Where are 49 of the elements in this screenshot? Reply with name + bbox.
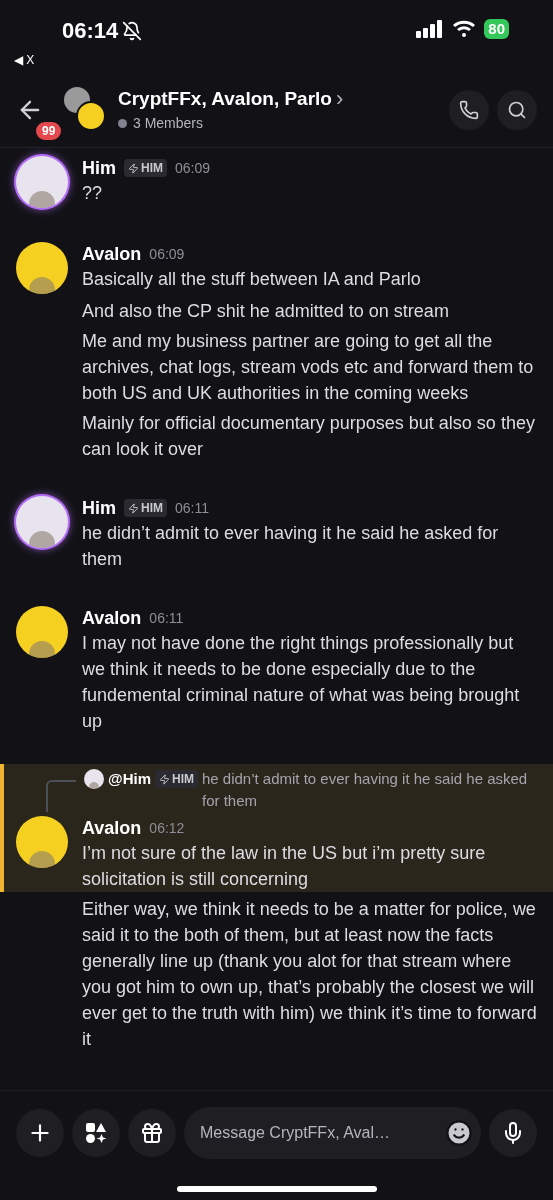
reply-preview: he didn’t admit to ever having it he said he asked for them	[201, 769, 529, 811]
timestamp: 06:11	[175, 498, 209, 518]
clock: 06:14	[62, 17, 119, 45]
battery-indicator: 80	[484, 19, 509, 39]
search-button[interactable]	[497, 89, 537, 130]
role-tag: HIM	[124, 499, 167, 517]
message-text: I may not have done the right things professionally but we think it needs to be done especially due to the fundemental criminal nature of what was being brought up	[82, 632, 521, 733]
signal-icon	[416, 20, 445, 38]
shapes-icon	[84, 1121, 108, 1145]
member-count: 3 Members	[133, 114, 204, 134]
reply-connector	[46, 780, 76, 812]
message-text: Mainly for official documentary purposes but also so they can look it over	[82, 412, 536, 461]
bell-off-icon	[122, 20, 143, 41]
message-text: And also the CP shit he admitted to on stream	[82, 300, 450, 323]
timestamp: 06:09	[175, 158, 211, 178]
bolt-icon	[128, 502, 139, 514]
reply-author: @Him	[108, 769, 151, 789]
message-field[interactable]: Message CryptFFx, Aval…	[184, 1107, 481, 1159]
chevron: ›	[335, 88, 344, 110]
author-name: Him	[82, 497, 116, 520]
message-text: he didn’t admit to ever having it he said he asked for them	[82, 522, 500, 571]
add-button[interactable]	[16, 1109, 64, 1157]
timestamp: 06:12	[149, 818, 185, 838]
bolt-icon	[128, 162, 139, 174]
message-text: Basically all the stuff between IA and Parlo	[82, 268, 421, 291]
bolt-icon	[158, 773, 170, 785]
chat-title[interactable]: CryptFFx, Avalon, Parlo	[118, 84, 332, 114]
message-text: ??	[82, 182, 104, 205]
author-name: Avalon	[82, 607, 142, 630]
message-text: Me and my business partner are going to get all the archives, chat logs, stream vods etc and forward them to both US and UK authorities in the coming weeks	[82, 330, 535, 405]
phone-icon	[459, 99, 479, 120]
back-to-app-link[interactable]: ◀ X	[14, 51, 143, 69]
role-tag: HIM	[124, 159, 167, 177]
apps-button[interactable]	[72, 1109, 120, 1157]
voice-button[interactable]	[489, 1109, 537, 1157]
author-name: Avalon	[82, 817, 142, 840]
message-text: Either way, we think it needs to be a matter for police, we said it to the both of them, but at least now the facts generally line up (thank you alot for that stream where you got him to own up, that’s probably the closest we will ever get to the truth with him) we think it’s time to forward it	[82, 898, 538, 1051]
timestamp: 06:09	[149, 244, 185, 264]
search-icon	[507, 99, 527, 120]
wifi-icon	[452, 20, 477, 38]
gift-icon	[140, 1121, 164, 1145]
unread-badge: 99	[34, 119, 64, 142]
author-name: Him	[82, 157, 116, 180]
message-text: I’m not sure of the law in the US but i’m pretty sure solicitation is still concerning	[82, 842, 487, 891]
gift-button[interactable]	[128, 1109, 176, 1157]
author-name: Avalon	[82, 243, 142, 266]
timestamp: 06:11	[149, 608, 184, 628]
call-button[interactable]	[449, 89, 489, 130]
role-tag: HIM	[154, 770, 198, 788]
